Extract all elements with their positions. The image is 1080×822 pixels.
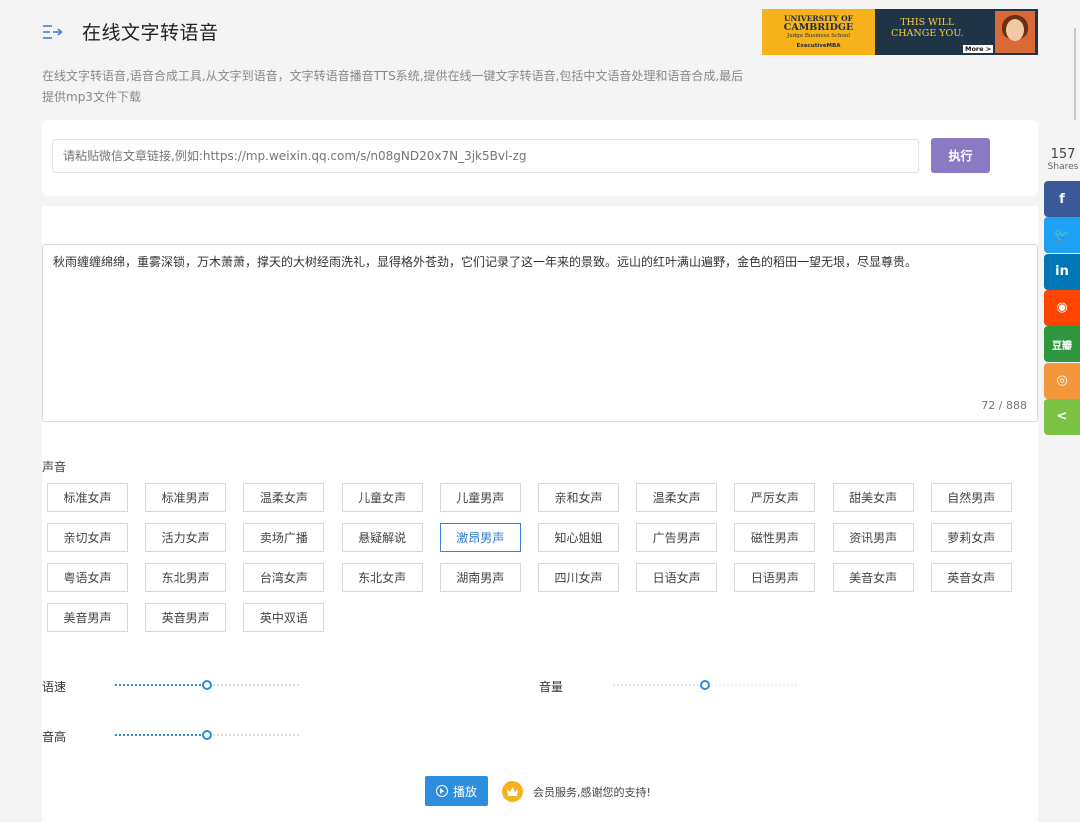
voice-option[interactable]: 激昂男声 [439,523,521,552]
voice-option[interactable]: 日语女声 [636,563,718,592]
ad-tagline: THIS WILL CHANGE YOU. [891,17,963,39]
volume-label: 音量 [539,680,564,694]
voice-label: 声音 [42,460,67,474]
voice-option[interactable]: 甜美女声 [832,483,914,512]
member-service[interactable]: 会员服务,感谢您的支持! [502,781,651,802]
voice-option[interactable]: 湖南男声 [439,563,521,592]
ad-banner[interactable]: UNIVERSITY OF CAMBRIDGE Judge Business S… [762,9,1038,55]
voice-option[interactable]: 自然男声 [930,483,1012,512]
voice-option[interactable]: 东北女声 [341,563,423,592]
voice-option[interactable]: 美音女声 [832,563,914,592]
ad-portrait [995,11,1035,53]
voice-option[interactable]: 日语男声 [734,563,816,592]
page-description: 在线文字转语音,语音合成工具,从文字到语音，文字转语音播音TTS系统,提供在线一… [42,69,744,104]
execute-button[interactable]: 执行 [931,138,990,173]
reddit-share-icon[interactable]: ◉ [1044,289,1080,326]
voice-option[interactable]: 温柔女声 [636,483,718,512]
voice-option[interactable]: 儿童女声 [341,483,423,512]
char-counter: 72 / 888 [981,399,1027,412]
scrollbar[interactable] [1074,28,1076,120]
voice-option[interactable]: 四川女声 [538,563,619,592]
pitch-slider[interactable] [115,729,299,741]
tts-panel: 秋雨缠缠绵绵，重雾深锁，万木萧萧，撑天的大树经雨洗礼，显得格外苍劲，它们记录了这… [42,206,1038,822]
douban-share-icon[interactable]: 豆瓣 [1044,326,1080,363]
twitter-share-icon[interactable]: 🐦 [1044,217,1080,254]
slider-knob[interactable] [202,680,212,690]
cambridge-logo: UNIVERSITY OF CAMBRIDGE Judge Business S… [762,9,875,55]
voice-option[interactable]: 英中双语 [243,603,325,632]
ad-text: CAMBRIDGE [783,22,854,33]
play-button[interactable]: 播放 [425,776,488,806]
ad-text: CHANGE YOU. [891,28,964,39]
voice-option[interactable]: 标准男声 [145,483,227,512]
text-editor[interactable]: 秋雨缠缠绵绵，重雾深锁，万木萧萧，撑天的大树经雨洗礼，显得格外苍劲，它们记录了这… [42,244,1038,422]
pitch-label: 音高 [42,730,67,744]
speed-slider[interactable] [115,679,299,691]
ad-more-link[interactable]: More > [963,45,994,53]
volume-slider[interactable] [613,679,797,691]
voice-option[interactable]: 美音男声 [47,603,128,632]
slider-knob[interactable] [202,730,212,740]
menu-arrow-icon[interactable] [42,23,64,41]
voice-option[interactable]: 台湾女声 [243,563,325,592]
voice-option[interactable]: 温柔女声 [243,483,325,512]
voice-option[interactable]: 粤语女声 [47,563,128,592]
weibo-share-icon[interactable]: ◎ [1044,362,1080,399]
voice-option[interactable]: 儿童男声 [439,483,521,512]
ad-text: Judge Business School [787,33,850,39]
voice-option[interactable]: 英音女声 [930,563,1012,592]
voice-option[interactable]: 亲切女声 [47,523,128,552]
voice-option[interactable]: 东北男声 [145,563,227,592]
voice-option[interactable]: 严厉女声 [734,483,816,512]
voice-option[interactable]: 英音男声 [145,603,227,632]
url-panel: 执行 [42,120,1038,196]
share-count-label: Shares [1047,162,1079,172]
voice-option[interactable]: 资讯男声 [832,523,914,552]
play-label: 播放 [452,784,477,799]
voice-option[interactable]: 悬疑解说 [341,523,423,552]
speed-label: 语速 [42,680,67,694]
share-count-number: 157 [1050,147,1076,162]
ad-text: ExecutiveMBA [796,43,841,49]
voice-option[interactable]: 广告男声 [636,523,718,552]
crown-icon [502,781,523,802]
play-icon [435,785,448,797]
member-text: 会员服务,感谢您的支持! [533,785,651,799]
voice-option[interactable]: 亲和女声 [538,483,619,512]
voice-option[interactable]: 活力女声 [145,523,227,552]
slider-knob[interactable] [700,680,710,690]
voice-option[interactable]: 标准女声 [47,483,128,512]
voice-option[interactable]: 知心姐姐 [538,523,619,552]
voice-option[interactable]: 萝莉女声 [930,523,1012,552]
ad-image: THIS WILL CHANGE YOU. More > [875,9,1038,55]
voice-option[interactable]: 卖场广播 [243,523,325,552]
linkedin-share-icon[interactable]: in [1044,253,1080,290]
article-url-input[interactable] [52,139,919,173]
share-share-icon[interactable]: < [1044,398,1080,435]
header: 在线文字转语音 [42,18,219,45]
facebook-share-icon[interactable]: f [1044,181,1080,217]
share-count: 157 Shares [1046,147,1080,173]
voice-option[interactable]: 磁性男声 [734,523,816,552]
ad-text: THIS WILL [900,17,955,28]
page-title: 在线文字转语音 [82,22,219,44]
editor-text: 秋雨缠缠绵绵，重雾深锁，万木萧萧，撑天的大树经雨洗礼，显得格外苍劲，它们记录了这… [53,255,918,269]
